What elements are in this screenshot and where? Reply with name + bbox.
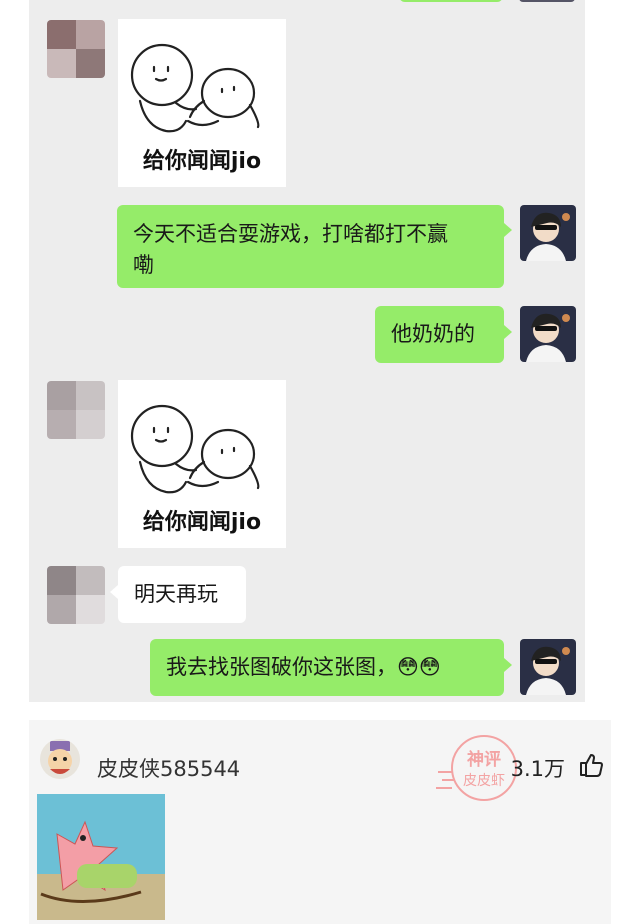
my-message-bubble[interactable]: 我去找张图破你这张图，😳😳 [150,639,504,696]
bubble-tail [110,585,118,599]
contact-avatar[interactable] [47,381,105,439]
my-message-bubble[interactable]: 他奶奶的 [375,306,504,363]
cut-off-avatar [519,0,575,2]
watermark-text-top: 神评 [467,750,501,770]
message-text-line-1: 今天不适合耍游戏，打啥都打不赢 [133,222,448,246]
cut-off-bubble [399,0,503,2]
bubble-tail [504,658,512,672]
their-message-bubble[interactable]: 明天再玩 [118,566,246,623]
avatar-portrait-icon [520,205,576,261]
sniffing-feet-sticker [130,404,260,494]
message-text-line-2: 嘞 [133,253,154,277]
contact-avatar[interactable] [47,566,105,624]
my-avatar[interactable] [520,205,576,261]
sticker-caption: 给你闻闻jio [142,510,262,535]
my-message-bubble[interactable]: 今天不适合耍游戏，打啥都打不赢 嘞 [117,205,504,288]
thumbs-up-glyph [580,754,603,777]
patrick-star-picture [37,794,165,920]
reply-image[interactable] [37,794,165,920]
message-text: 他奶奶的 [391,322,475,346]
watermark-text-bottom: 皮皮虾 [463,773,505,789]
bubble-tail [504,223,512,237]
avatar-portrait-icon [520,639,576,695]
sticker-image[interactable]: 给你闻闻jio [118,380,286,548]
message-text: 明天再玩 [134,582,218,606]
comment-card: 皮皮侠585544 神评 皮皮虾 3.1万 [29,720,611,924]
contact-avatar[interactable] [47,20,105,78]
chat-screenshot: 给你闻闻jio 今天不适合耍游戏，打啥都打不赢 嘞 他奶奶的 给你闻闻jio 明… [29,0,585,702]
avatar-portrait-icon [520,306,576,362]
like-count: 3.1万 [510,757,565,781]
message-text: 我去找张图破你这张图， [166,655,397,679]
cartoon-face-icon [48,741,72,774]
sniffing-feet-sticker [130,43,260,133]
commenter-avatar[interactable] [40,739,80,779]
thumbs-up-icon[interactable] [579,752,605,778]
bubble-tail [504,325,512,339]
sticker-caption: 给你闻闻jio [142,149,262,174]
flushed-emoji: 😳😳 [397,655,441,679]
sticker-image[interactable]: 给你闻闻jio [118,19,286,187]
commenter-username[interactable]: 皮皮侠585544 [97,753,240,783]
my-avatar[interactable] [520,306,576,362]
my-avatar[interactable] [520,639,576,695]
